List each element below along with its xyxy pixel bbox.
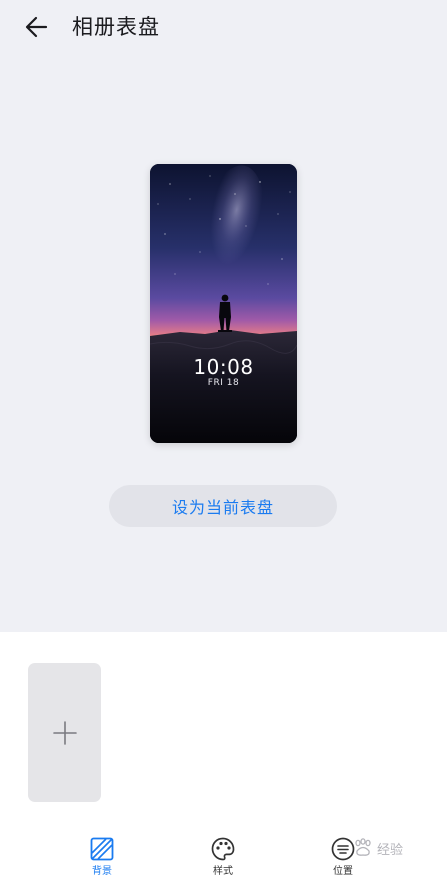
paw-icon [355, 838, 371, 856]
watch-date: FRI 18 [207, 378, 240, 388]
watermark-text: 经验 [377, 842, 404, 858]
tab-position-label: 位置 [333, 866, 353, 877]
palette-icon [211, 837, 235, 861]
back-button[interactable] [20, 10, 54, 44]
background-icon [90, 837, 114, 861]
galaxy-background-image [150, 164, 297, 443]
add-photo-button[interactable] [28, 663, 101, 802]
watch-face-preview: 10:08 FRI 18 [150, 164, 297, 443]
page-title: 相册表盘 [72, 15, 160, 39]
tab-style-label: 样式 [213, 866, 233, 877]
plus-icon [52, 720, 77, 745]
watermark: 经验 [352, 838, 403, 858]
preview-area: 相册表盘 10:08 FRI 18 设为当前表盘 [0, 0, 447, 632]
set-current-watch-face-button[interactable]: 设为当前表盘 [109, 485, 337, 527]
tab-background-label: 背景 [92, 866, 112, 877]
watch-time: 10:08 [193, 355, 254, 379]
arrow-left-icon [25, 16, 48, 38]
tab-style[interactable]: 样式 [191, 836, 255, 886]
screen: 相册表盘 10:08 FRI 18 设为当前表盘 背景 样式 位置 经验 [0, 0, 447, 889]
tab-background[interactable]: 背景 [70, 836, 134, 886]
